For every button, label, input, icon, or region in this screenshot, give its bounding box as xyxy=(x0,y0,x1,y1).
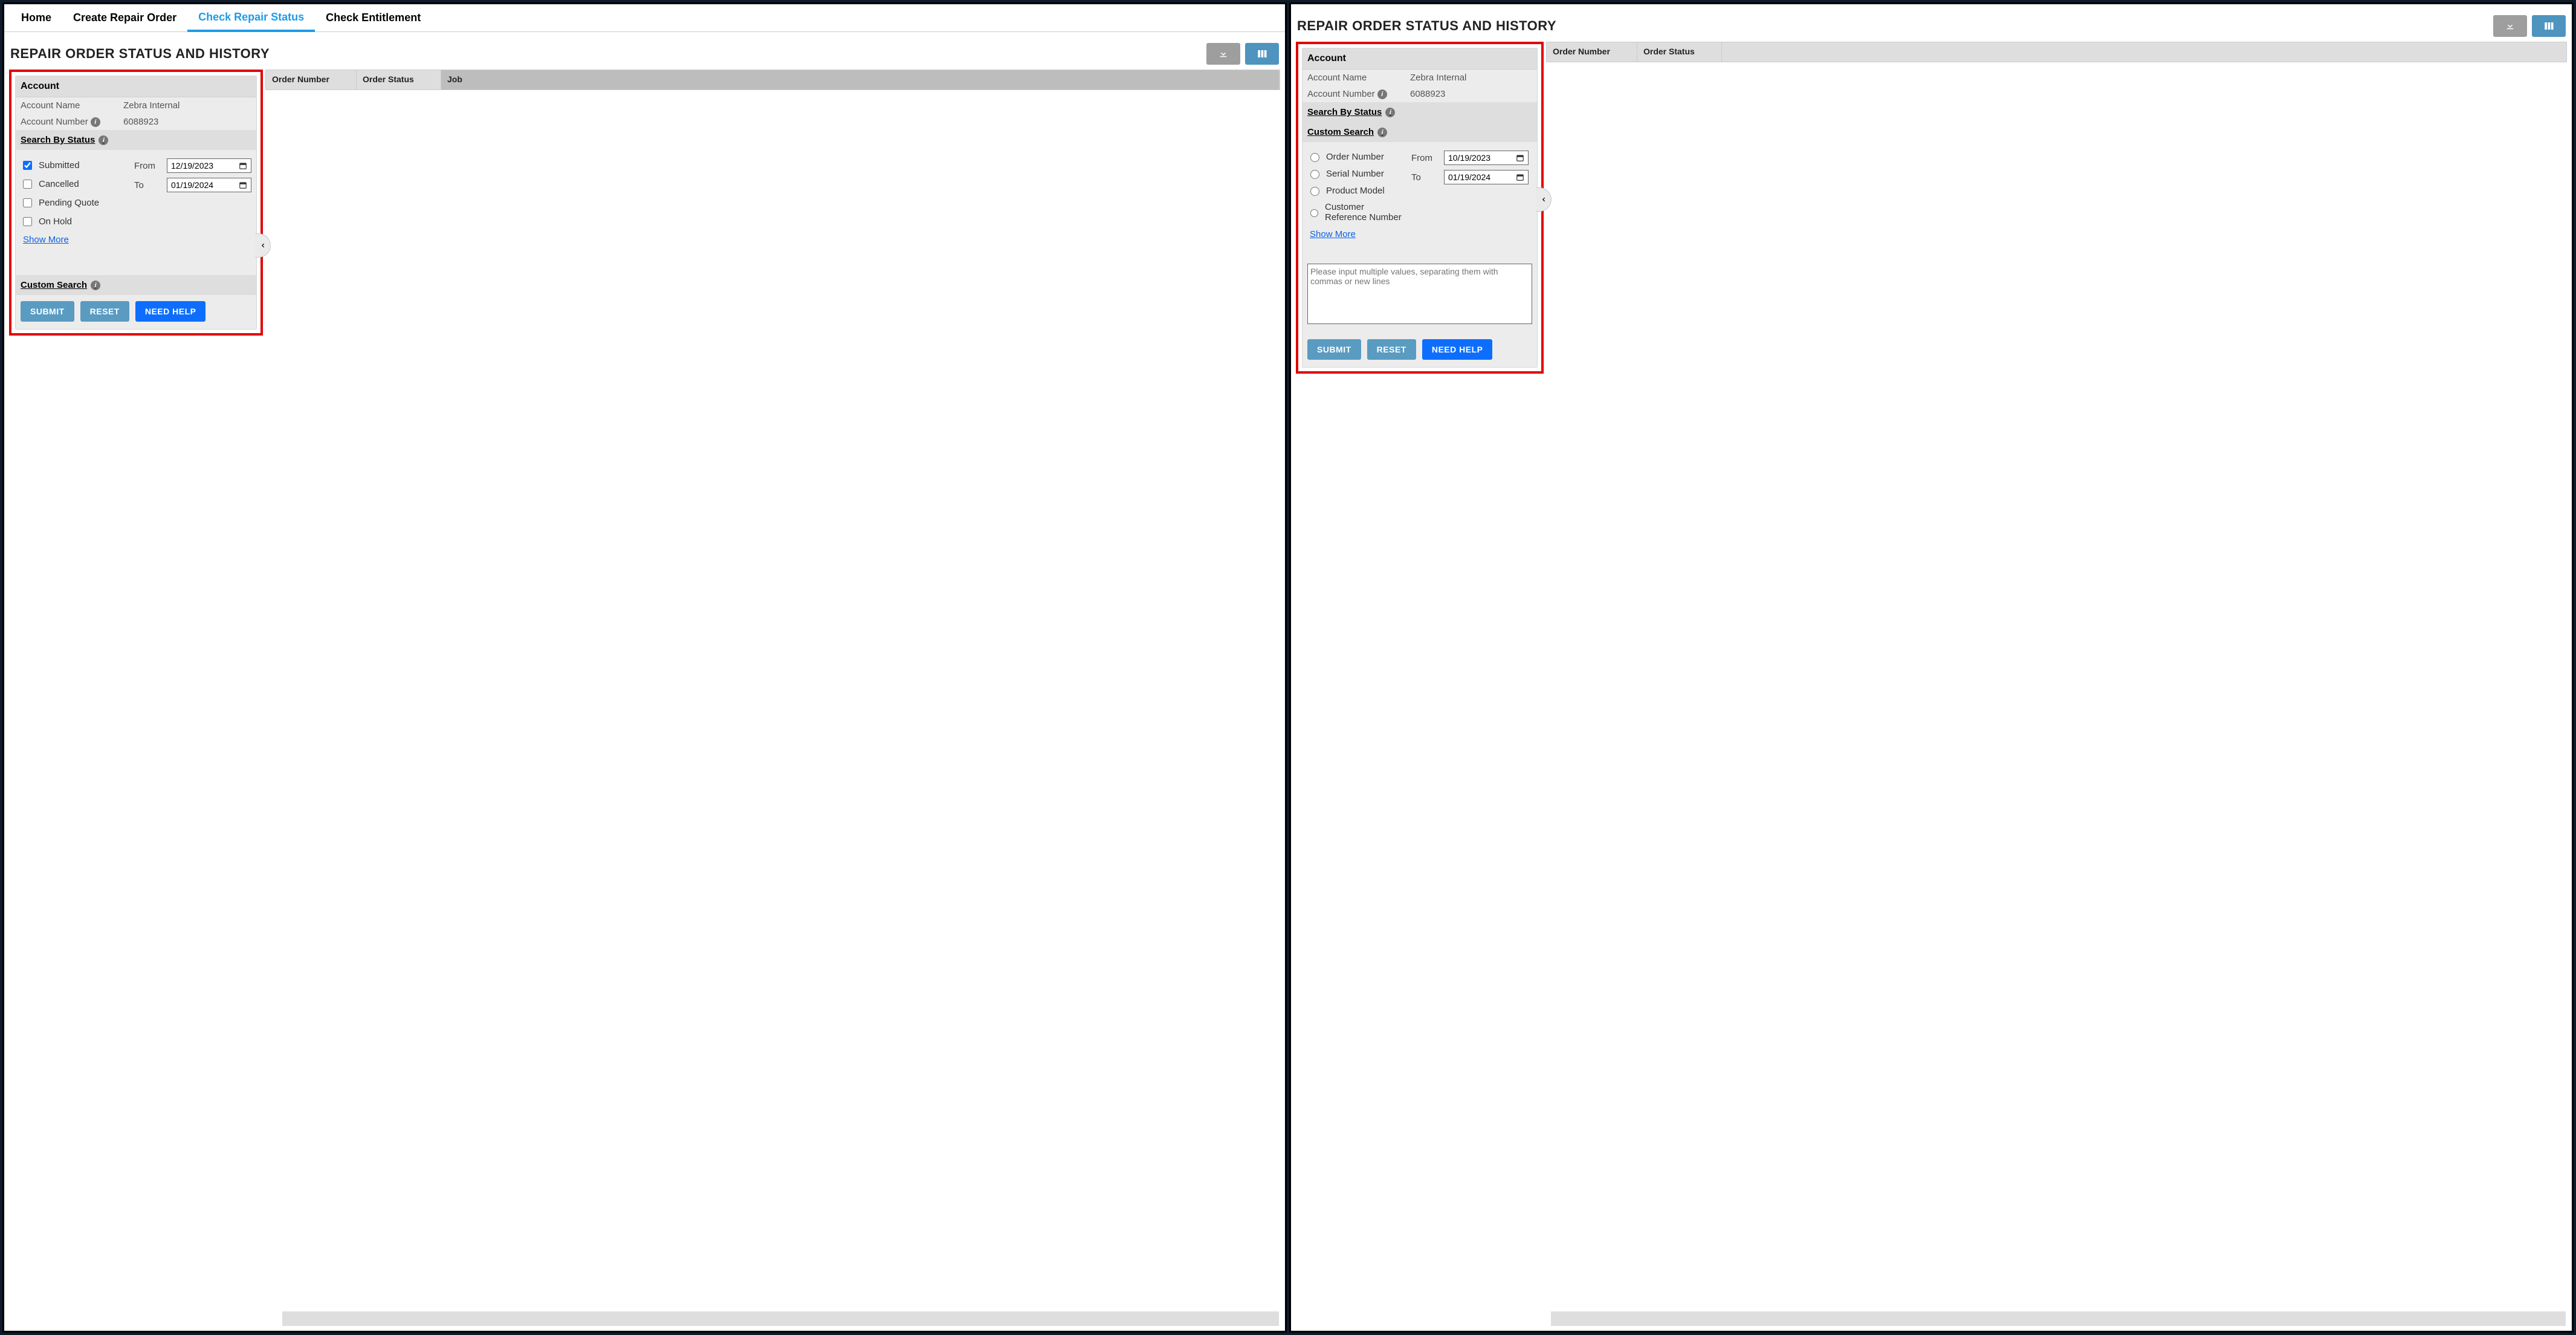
label-product-model: Product Model xyxy=(1326,186,1385,196)
columns-icon xyxy=(2543,21,2555,31)
download-icon xyxy=(1218,48,1229,59)
col-order-status[interactable]: Order Status xyxy=(357,70,441,89)
to-label: To xyxy=(134,180,162,190)
filter-panel-highlight: Account Account Name Zebra Internal Acco… xyxy=(1296,42,1544,374)
account-section-header: Account xyxy=(1303,48,1537,70)
info-icon[interactable]: i xyxy=(91,281,100,290)
columns-button[interactable] xyxy=(2532,15,2566,37)
download-icon xyxy=(2505,21,2516,31)
footer-strip xyxy=(1551,1311,2566,1326)
label-customer-reference-number: Customer Reference Number xyxy=(1325,202,1405,223)
checkbox-cancelled[interactable] xyxy=(23,180,32,189)
collapse-panel-button[interactable] xyxy=(1536,187,1552,212)
col-order-status[interactable]: Order Status xyxy=(1637,42,1722,62)
account-name-label: Account Name xyxy=(1307,73,1410,83)
search-by-status-header[interactable]: Search By Status i xyxy=(1303,102,1537,122)
results-table: Order Number Order Status xyxy=(1546,42,2567,62)
checkbox-on-hold[interactable] xyxy=(23,217,32,226)
from-date-input[interactable]: 12/19/2023 xyxy=(167,158,251,173)
account-number-label: Account Number xyxy=(21,117,88,127)
checkbox-pending-quote[interactable] xyxy=(23,198,32,207)
checkbox-submitted[interactable] xyxy=(23,161,32,170)
calendar-icon xyxy=(1516,154,1524,162)
from-label: From xyxy=(1411,153,1439,163)
download-button[interactable] xyxy=(1206,43,1240,65)
submit-button[interactable]: SUBMIT xyxy=(21,301,74,322)
col-job[interactable]: Job xyxy=(441,70,1280,89)
label-submitted: Submitted xyxy=(39,160,80,171)
label-order-number: Order Number xyxy=(1326,152,1384,162)
collapse-panel-button[interactable] xyxy=(255,233,271,258)
calendar-icon xyxy=(239,181,247,189)
nav-check-repair-status[interactable]: Check Repair Status xyxy=(187,5,315,32)
info-icon[interactable]: i xyxy=(99,135,108,145)
account-section-header: Account xyxy=(16,76,256,97)
chevron-left-icon xyxy=(1541,195,1547,204)
radio-product-model[interactable] xyxy=(1310,187,1319,196)
account-number-value: 6088923 xyxy=(1410,89,1532,99)
account-name-value: Zebra Internal xyxy=(1410,73,1532,83)
from-label: From xyxy=(134,161,162,171)
search-by-status-header[interactable]: Search By Status i xyxy=(16,130,256,150)
columns-icon xyxy=(1256,48,1268,59)
page-title: REPAIR ORDER STATUS AND HISTORY xyxy=(10,46,1206,62)
reset-button[interactable]: RESET xyxy=(80,301,129,322)
to-label: To xyxy=(1411,172,1439,183)
col-order-number[interactable]: Order Number xyxy=(266,70,357,89)
info-icon[interactable]: i xyxy=(1377,128,1387,137)
label-cancelled: Cancelled xyxy=(39,179,79,189)
multi-value-input[interactable] xyxy=(1307,264,1532,324)
filter-panel: Account Account Name Zebra Internal Acco… xyxy=(15,76,257,330)
footer-strip xyxy=(282,1311,1279,1326)
account-number-label: Account Number xyxy=(1307,89,1375,99)
show-more-link[interactable]: Show More xyxy=(23,235,127,245)
info-icon[interactable]: i xyxy=(91,117,100,127)
radio-serial-number[interactable] xyxy=(1310,170,1319,179)
custom-search-header[interactable]: Custom Search i xyxy=(1303,122,1537,142)
filter-panel: Account Account Name Zebra Internal Acco… xyxy=(1302,48,1538,368)
columns-button[interactable] xyxy=(1245,43,1279,65)
need-help-button[interactable]: NEED HELP xyxy=(1422,339,1493,360)
label-on-hold: On Hold xyxy=(39,216,72,227)
page-title: REPAIR ORDER STATUS AND HISTORY xyxy=(1297,18,2493,34)
col-blank xyxy=(1722,42,2566,62)
reset-button[interactable]: RESET xyxy=(1367,339,1416,360)
calendar-icon xyxy=(1516,173,1524,181)
nav-check-entitlement[interactable]: Check Entitlement xyxy=(315,5,432,30)
label-pending-quote: Pending Quote xyxy=(39,198,99,208)
col-order-number[interactable]: Order Number xyxy=(1547,42,1637,62)
account-name-label: Account Name xyxy=(21,100,123,111)
results-table: Order Number Order Status Job xyxy=(265,70,1280,90)
radio-order-number[interactable] xyxy=(1310,153,1319,162)
info-icon[interactable]: i xyxy=(1377,89,1387,99)
nav-home[interactable]: Home xyxy=(10,5,62,30)
custom-search-header[interactable]: Custom Search i xyxy=(16,275,256,295)
account-name-value: Zebra Internal xyxy=(123,100,251,111)
nav-create-repair-order[interactable]: Create Repair Order xyxy=(62,5,187,30)
filter-panel-highlight: Account Account Name Zebra Internal Acco… xyxy=(9,70,263,336)
info-icon[interactable]: i xyxy=(1385,108,1395,117)
submit-button[interactable]: SUBMIT xyxy=(1307,339,1361,360)
from-date-input[interactable]: 10/19/2023 xyxy=(1444,151,1529,165)
download-button[interactable] xyxy=(2493,15,2527,37)
to-date-input[interactable]: 01/19/2024 xyxy=(167,178,251,192)
calendar-icon xyxy=(239,161,247,170)
account-number-value: 6088923 xyxy=(123,117,251,127)
top-nav: Home Create Repair Order Check Repair St… xyxy=(4,4,1285,32)
chevron-left-icon xyxy=(260,241,266,250)
radio-customer-reference-number[interactable] xyxy=(1310,209,1318,218)
label-serial-number: Serial Number xyxy=(1326,169,1384,179)
to-date-input[interactable]: 01/19/2024 xyxy=(1444,170,1529,184)
need-help-button[interactable]: NEED HELP xyxy=(135,301,206,322)
show-more-link[interactable]: Show More xyxy=(1310,229,1405,239)
